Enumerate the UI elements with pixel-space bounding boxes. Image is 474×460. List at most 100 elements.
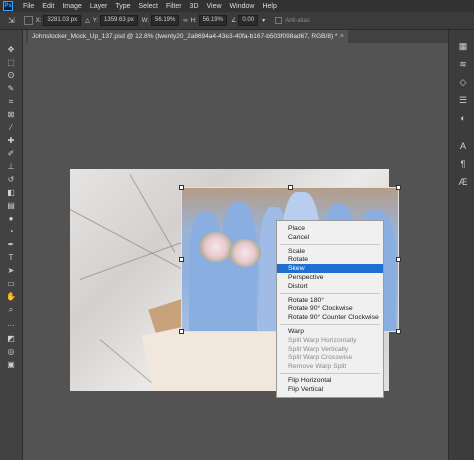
color-swatches-icon[interactable]: ◩: [5, 333, 17, 344]
interpolation-icon[interactable]: ▾: [262, 17, 265, 24]
menu-separator: [280, 292, 380, 294]
menu-file[interactable]: File: [19, 3, 38, 10]
h-label: H:: [190, 17, 197, 24]
frame-tool-icon[interactable]: ⊠: [5, 109, 17, 120]
transform-handle-left[interactable]: [179, 257, 184, 262]
shape-tool-icon[interactable]: ▭: [5, 278, 17, 289]
zoom-tool-icon[interactable]: ⌕: [5, 304, 17, 315]
menu-window[interactable]: Window: [226, 3, 259, 10]
gradient-tool-icon[interactable]: ▤: [5, 200, 17, 211]
character-panel-icon[interactable]: A: [457, 140, 469, 152]
menu-item-flip-horizontal[interactable]: Flip Horizontal: [277, 376, 383, 385]
menu-separator: [280, 243, 380, 245]
eyedropper-tool-icon[interactable]: ⁄: [5, 122, 17, 133]
type-tool-icon[interactable]: T: [5, 252, 17, 263]
reference-point-icon[interactable]: [23, 16, 33, 25]
height-field[interactable]: 56.19%: [198, 15, 227, 26]
blur-tool-icon[interactable]: ●: [5, 213, 17, 224]
move-tool-icon[interactable]: ✥: [5, 44, 17, 55]
paths-panel-icon[interactable]: ◇: [457, 76, 469, 88]
menu-bar: Ps File Edit Image Layer Type Select Fil…: [0, 0, 474, 12]
x-label: X:: [35, 17, 42, 24]
close-tab-icon[interactable]: ×: [340, 30, 344, 43]
marble-vein: [129, 174, 176, 253]
channels-panel-icon[interactable]: ≋: [457, 58, 469, 70]
menu-type[interactable]: Type: [111, 3, 134, 10]
menu-layer[interactable]: Layer: [86, 3, 112, 10]
transform-handle-right[interactable]: [396, 257, 401, 262]
document-tab-bar: Johnstocker_Mock_Up_137.psd @ 12.8% (twe…: [26, 30, 448, 43]
screen-mode-icon[interactable]: ▣: [5, 359, 17, 370]
width-field[interactable]: 56.19%: [150, 15, 180, 26]
pen-tool-icon[interactable]: ✒: [5, 239, 17, 250]
history-brush-icon[interactable]: ↺: [5, 174, 17, 185]
menu-filter[interactable]: Filter: [162, 3, 186, 10]
transform-handle-bottom-right[interactable]: [396, 329, 401, 334]
menu-item-scale[interactable]: Scale: [277, 247, 383, 256]
transform-handle-top-right[interactable]: [396, 185, 401, 190]
menu-separator: [280, 373, 380, 374]
menu-item-flip-vertical[interactable]: Flip Vertical: [277, 385, 383, 394]
menu-view[interactable]: View: [203, 3, 226, 10]
menu-separator: [280, 324, 380, 325]
hand-tool-icon[interactable]: ✋: [5, 291, 17, 302]
properties-panel-icon[interactable]: ☰: [457, 94, 469, 106]
glyphs-panel-icon[interactable]: Ӕ: [457, 176, 469, 188]
menu-item-perspective[interactable]: Perspective: [277, 273, 383, 282]
path-select-tool-icon[interactable]: ➤: [5, 265, 17, 276]
transform-context-menu: Place Cancel Scale Rotate Skew Perspective Dis…: [276, 220, 384, 398]
menu-item-rotate-180[interactable]: Rotate 180°: [277, 296, 383, 305]
options-bar: ⇲ X: 3281.03 px △ Y: 1359.63 px W: 56.19…: [0, 12, 474, 30]
lasso-tool-icon[interactable]: ʘ: [5, 70, 17, 81]
right-panel-strip: ▦ ≋ ◇ ☰ ◐ A ¶ Ӕ: [448, 30, 474, 460]
antialias-checkbox[interactable]: [275, 17, 283, 24]
stamp-tool-icon[interactable]: ⊥: [5, 161, 17, 172]
tools-panel: ✥ ⬚ ʘ ✎ ⌗ ⊠ ⁄ ✚ ✐ ⊥ ↺ ◧ ▤ ● ◔ ✒ T ➤ ▭ ✋ ⌕ ··· ◩ ◎ ▣: [0, 30, 23, 460]
eraser-tool-icon[interactable]: ◧: [5, 187, 17, 198]
more-tools-icon[interactable]: ···: [5, 320, 17, 331]
x-position-field[interactable]: 3281.03 px: [43, 15, 82, 26]
photoshop-logo-icon: Ps: [3, 1, 13, 11]
menu-item-distort[interactable]: Distort: [277, 282, 383, 291]
menu-select[interactable]: Select: [135, 3, 162, 10]
menu-item-split-warp-vertically: Split Warp Vertically: [288, 345, 349, 353]
transform-handle-top[interactable]: [288, 185, 293, 190]
menu-3d[interactable]: 3D: [186, 3, 203, 10]
menu-item-split-warp-crosswise: Split Warp Crosswise: [288, 354, 353, 362]
antialias-label: Anti-alias: [285, 17, 310, 24]
w-label: W:: [141, 17, 149, 24]
y-label: Y:: [92, 17, 99, 24]
paragraph-panel-icon[interactable]: ¶: [457, 158, 469, 170]
menu-item-rotate-90-counter-clockwise[interactable]: Rotate 90° Counter Clockwise: [277, 313, 383, 322]
transform-tool-icon[interactable]: ⇲: [8, 16, 15, 25]
menu-item-split-warp-horizontally: Split Warp Horizontally: [288, 336, 357, 344]
crop-tool-icon[interactable]: ⌗: [5, 96, 17, 107]
menu-item-skew[interactable]: Skew: [277, 264, 383, 274]
marquee-tool-icon[interactable]: ⬚: [5, 57, 17, 68]
angle-field[interactable]: 0.00: [238, 15, 259, 26]
dodge-tool-icon[interactable]: ◔: [5, 226, 17, 237]
menu-item-place[interactable]: Place: [277, 224, 383, 233]
adjustments-panel-icon[interactable]: ◐: [457, 112, 469, 124]
angle-icon: ∠: [230, 18, 237, 24]
y-position-field[interactable]: 1359.63 px: [100, 15, 138, 26]
transform-handle-bottom-left[interactable]: [179, 329, 184, 334]
brush-tool-icon[interactable]: ✐: [5, 148, 17, 159]
document-tab[interactable]: Johnstocker_Mock_Up_137.psd @ 12.8% (twe…: [28, 30, 348, 43]
layers-panel-icon[interactable]: ▦: [457, 40, 469, 52]
quick-select-tool-icon[interactable]: ✎: [5, 83, 17, 94]
menu-item-remove-warp-split: Remove Warp Split: [288, 363, 347, 371]
healing-tool-icon[interactable]: ✚: [5, 135, 17, 146]
menu-item-cancel[interactable]: Cancel: [277, 233, 383, 242]
menu-item-warp[interactable]: Warp: [277, 327, 383, 336]
menu-item-rotate[interactable]: Rotate: [277, 255, 383, 264]
transform-handle-top-left[interactable]: [179, 185, 184, 190]
menu-image[interactable]: Image: [58, 3, 85, 10]
menu-help[interactable]: Help: [258, 3, 280, 10]
delta-icon[interactable]: △: [85, 17, 90, 24]
quick-mask-icon[interactable]: ◎: [5, 346, 17, 357]
menu-item-rotate-90-clockwise[interactable]: Rotate 90° Clockwise: [277, 304, 383, 313]
menu-edit[interactable]: Edit: [38, 3, 58, 10]
link-icon[interactable]: ∞: [183, 18, 187, 24]
document-tab-title: Johnstocker_Mock_Up_137.psd @ 12.8% (twe…: [32, 33, 338, 40]
